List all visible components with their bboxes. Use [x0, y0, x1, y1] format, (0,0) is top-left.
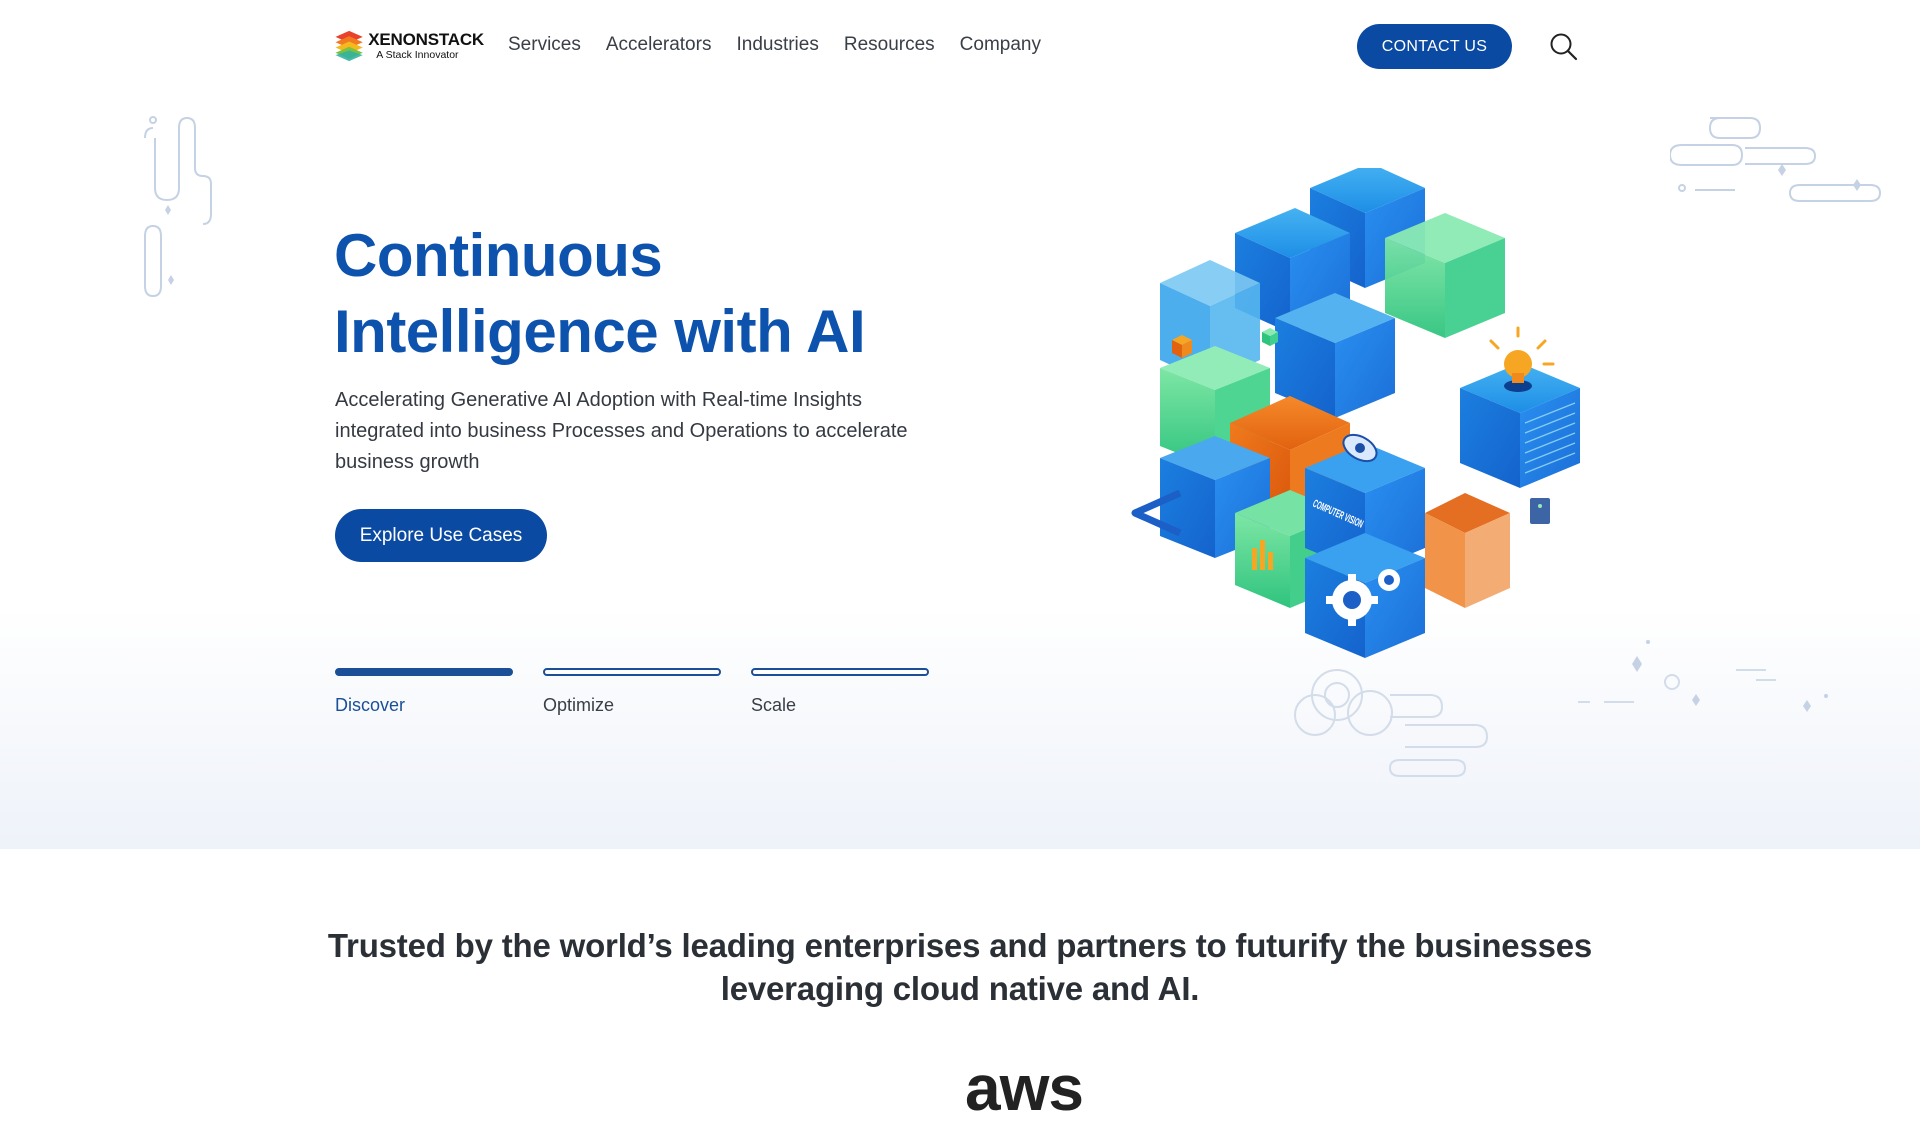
- trusted-line1: Trusted by the world’s leading enterpris…: [327, 927, 1593, 964]
- step-label: Optimize: [543, 695, 615, 715]
- cube: [1385, 213, 1505, 338]
- main-nav: Services Accelerators Industries Resourc…: [508, 34, 1066, 56]
- trusted-line2: leveraging cloud native and AI.: [720, 970, 1200, 1007]
- hero-subtitle: Accelerating Generative AI Adoption with…: [335, 389, 908, 473]
- step-tab-discover[interactable]: Discover: [335, 668, 513, 716]
- nav-item-industries[interactable]: Industries: [736, 34, 818, 56]
- nav-item-accelerators[interactable]: Accelerators: [606, 34, 712, 56]
- site-header: XENONSTACK A Stack Innovator Services Ac…: [0, 0, 1920, 92]
- nav-item-services[interactable]: Services: [508, 34, 581, 56]
- decorative-lines-left: [144, 116, 212, 298]
- search-icon: [1550, 33, 1578, 61]
- brand-name: XENONSTACK: [368, 30, 484, 50]
- nav-item-resources[interactable]: Resources: [844, 34, 935, 56]
- hero-title-line1: Continuous: [334, 222, 663, 289]
- decorative-sparkles-right: [1578, 640, 1828, 712]
- step-label: Discover: [335, 695, 406, 715]
- hero-title-line2: Intelligence with AI: [334, 298, 866, 365]
- step-progress-bar: [543, 668, 721, 676]
- server-icon: [1530, 498, 1550, 524]
- ai-cubes-illustration: COMPUTER VISION: [1131, 168, 1580, 658]
- hero-section: [0, 92, 1920, 849]
- decorative-clouds-top-right: [1670, 117, 1882, 202]
- trusted-heading: Trusted by the world’s leading enterpris…: [0, 924, 1920, 1010]
- explore-use-cases-button[interactable]: Explore Use Cases: [335, 509, 547, 562]
- brand-tagline: A Stack Innovator: [376, 49, 459, 62]
- search-button[interactable]: [1549, 32, 1579, 62]
- step-progress-bar: [335, 668, 513, 676]
- xenonstack-logo-icon: [335, 30, 363, 62]
- hero-step-tabs: Discover Optimize Scale: [335, 668, 929, 716]
- hero-title: Continuous Intelligence with AI: [334, 218, 954, 370]
- decorative-clouds-bottom: [1294, 669, 1489, 777]
- cube: [1425, 493, 1510, 608]
- nav-item-company[interactable]: Company: [960, 34, 1041, 56]
- brand-logo[interactable]: XENONSTACK A Stack Innovator: [334, 24, 484, 68]
- contact-us-button[interactable]: CONTACT US: [1357, 24, 1512, 69]
- step-progress-bar: [751, 668, 929, 676]
- step-tab-scale[interactable]: Scale: [751, 668, 929, 716]
- aws-logo: aws: [965, 1052, 1084, 1124]
- step-tab-optimize[interactable]: Optimize: [543, 668, 721, 716]
- step-label: Scale: [751, 695, 797, 715]
